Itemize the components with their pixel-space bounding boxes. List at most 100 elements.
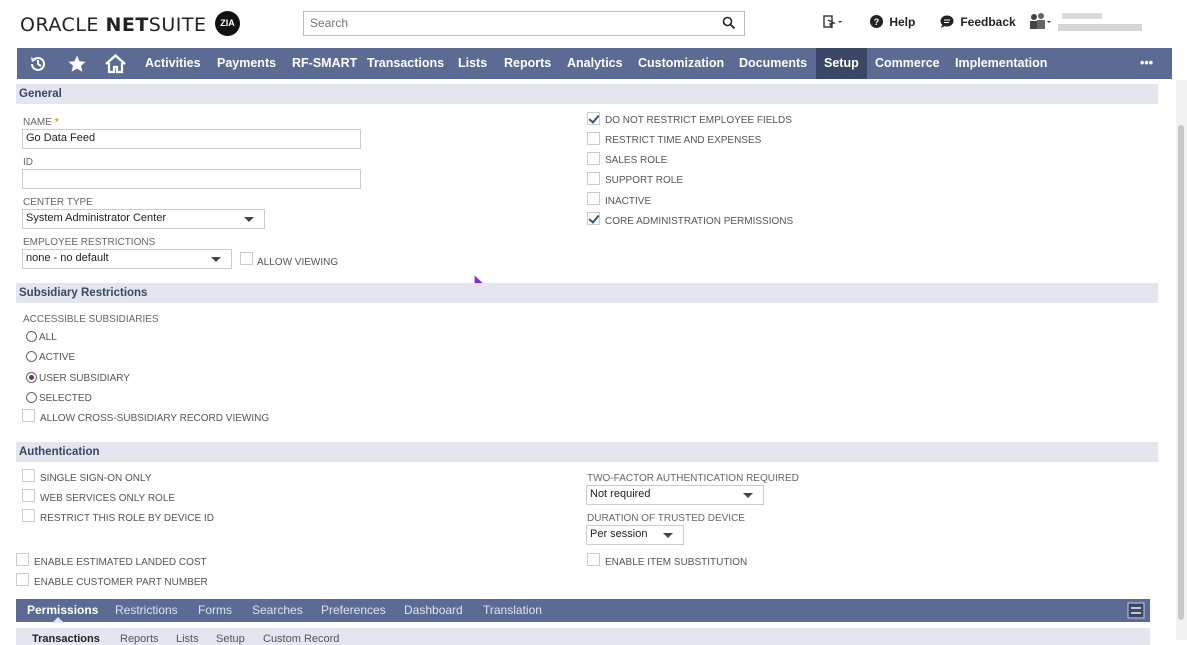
id-input[interactable]	[22, 169, 361, 189]
logo-oracle-text: ORACLE	[20, 14, 106, 36]
subtab-setup[interactable]: Setup	[216, 633, 245, 645]
subsidiary-active-label: ACTIVE	[39, 352, 76, 363]
inactive-checkbox[interactable]	[587, 192, 600, 205]
subtab-lists[interactable]: Lists	[176, 633, 199, 645]
scrollbar-thumb[interactable]	[1178, 125, 1184, 620]
subtab-custom-record[interactable]: Custom Record	[263, 633, 339, 645]
subsidiary-selected-radio[interactable]	[26, 392, 37, 403]
duration-trusted-device-select[interactable]: Per session	[586, 525, 684, 545]
home-icon[interactable]	[105, 53, 126, 77]
nav-setup[interactable]: Setup	[816, 48, 867, 79]
employee-restrictions-select[interactable]: none - no default	[22, 249, 232, 269]
search-input[interactable]	[304, 12, 716, 34]
name-input[interactable]: Go Data Feed	[22, 129, 361, 149]
sales-role-label: SALES ROLE	[605, 155, 668, 166]
subtab-reports[interactable]: Reports	[120, 633, 159, 645]
chevron-down-icon	[743, 493, 753, 498]
center-type-select[interactable]: System Administrator Center	[22, 209, 265, 229]
help-link[interactable]: ? Help	[870, 15, 915, 29]
web-services-only-checkbox[interactable]	[22, 489, 35, 502]
customer-part-number-label: ENABLE CUSTOMER PART NUMBER	[34, 577, 208, 588]
restrict-device-id-checkbox[interactable]	[22, 509, 35, 522]
permissions-subtab-bar: Transactions Reports Lists Setup Custom …	[16, 628, 1150, 645]
support-role-checkbox[interactable]	[587, 172, 600, 185]
duration-trusted-device-value: Per session	[590, 528, 648, 540]
nav-lists[interactable]: Lists	[450, 48, 495, 79]
subsidiary-user-radio[interactable]	[26, 372, 37, 383]
two-factor-select[interactable]: Not required	[586, 485, 764, 505]
two-factor-label: TWO-FACTOR AUTHENTICATION REQUIRED	[587, 473, 799, 484]
nav-analytics[interactable]: Analytics	[559, 48, 631, 79]
nav-reports[interactable]: Reports	[496, 48, 559, 79]
subsidiary-active-radio[interactable]	[26, 351, 37, 362]
inactive-label: INACTIVE	[605, 196, 652, 207]
tab-permissions[interactable]: Permissions	[27, 599, 98, 623]
subtab-bar: Permissions Restrictions Forms Searches …	[16, 599, 1150, 623]
allow-viewing-checkbox[interactable]	[240, 252, 253, 265]
user-roles-icon[interactable]	[1028, 12, 1054, 33]
global-search[interactable]	[303, 11, 745, 36]
name-label-text: NAME	[23, 117, 52, 128]
netsuite-logo[interactable]: ORACLE NETSUITE	[20, 14, 206, 36]
logo-suite-text: SUITE	[148, 14, 207, 36]
page-scrollbar[interactable]	[1176, 80, 1187, 640]
tab-restrictions[interactable]: Restrictions	[115, 599, 178, 622]
zia-icon[interactable]: ZIA	[215, 11, 240, 36]
nav-payments[interactable]: Payments	[209, 48, 284, 79]
name-label: NAME *	[23, 117, 59, 128]
logo-net-text: NET	[105, 14, 149, 36]
allow-viewing-label: ALLOW VIEWING	[257, 257, 339, 268]
tab-searches[interactable]: Searches	[252, 599, 303, 622]
employee-restrictions-value: none - no default	[26, 252, 109, 264]
favorites-star-icon[interactable]	[67, 54, 87, 77]
main-navigation: Activities Payments RF-SMART Transaction…	[17, 48, 1172, 79]
top-bar: ORACLE NETSUITE ZIA ? Help Feedback	[0, 0, 1187, 48]
recent-records-icon[interactable]	[822, 14, 844, 33]
two-factor-value: Not required	[590, 488, 651, 500]
nav-transactions[interactable]: Transactions	[359, 48, 452, 79]
nav-more-icon[interactable]: •••	[1132, 48, 1161, 79]
subsidiary-all-radio[interactable]	[26, 331, 37, 342]
tab-dashboard[interactable]: Dashboard	[404, 599, 463, 622]
restrict-device-id-label: RESTRICT THIS ROLE BY DEVICE ID	[40, 513, 214, 524]
item-substitution-checkbox[interactable]	[587, 553, 600, 566]
center-type-label: CENTER TYPE	[23, 197, 93, 208]
customer-part-number-checkbox[interactable]	[16, 573, 29, 586]
tab-forms[interactable]: Forms	[198, 599, 232, 622]
search-icon[interactable]	[722, 16, 736, 33]
feedback-icon	[940, 15, 954, 28]
subtab-transactions[interactable]: Transactions	[32, 633, 100, 645]
required-asterisk-icon: *	[54, 117, 59, 128]
nav-documents[interactable]: Documents	[731, 48, 815, 79]
tab-translation[interactable]: Translation	[483, 599, 542, 622]
section-authentication-header[interactable]: Authentication	[16, 442, 1158, 462]
tab-preferences[interactable]: Preferences	[321, 599, 386, 622]
core-administration-permissions-label: CORE ADMINISTRATION PERMISSIONS	[605, 216, 794, 227]
do-not-restrict-employee-fields-checkbox[interactable]	[587, 112, 600, 125]
nav-rf-smart[interactable]: RF-SMART	[284, 48, 365, 79]
support-role-label: SUPPORT ROLE	[605, 175, 683, 186]
nav-implementation[interactable]: Implementation	[947, 48, 1055, 79]
section-subsidiary-header[interactable]: Subsidiary Restrictions	[16, 283, 1158, 303]
recent-history-icon[interactable]	[28, 54, 48, 77]
nav-commerce[interactable]: Commerce	[867, 48, 948, 79]
nav-customization[interactable]: Customization	[630, 48, 732, 79]
toggle-layout-icon[interactable]	[1127, 602, 1145, 622]
restrict-time-expenses-checkbox[interactable]	[587, 132, 600, 145]
cross-subsidiary-checkbox[interactable]	[22, 409, 35, 422]
user-account-info[interactable]	[1058, 11, 1142, 35]
section-general-header[interactable]: General	[16, 84, 1158, 104]
sso-only-checkbox[interactable]	[22, 469, 35, 482]
chevron-down-icon	[211, 257, 221, 262]
center-type-value: System Administrator Center	[26, 212, 166, 224]
item-substitution-label: ENABLE ITEM SUBSTITUTION	[605, 557, 748, 568]
core-administration-permissions-checkbox[interactable]	[587, 212, 600, 225]
nav-activities[interactable]: Activities	[137, 48, 209, 79]
estimated-landed-cost-checkbox[interactable]	[16, 553, 29, 566]
web-services-only-label: WEB SERVICES ONLY ROLE	[40, 493, 176, 504]
feedback-link[interactable]: Feedback	[940, 15, 1016, 29]
chevron-down-icon	[663, 533, 673, 538]
sales-role-checkbox[interactable]	[587, 152, 600, 165]
cross-subsidiary-label: ALLOW CROSS-SUBSIDIARY RECORD VIEWING	[40, 413, 270, 424]
chevron-down-icon	[244, 217, 254, 222]
